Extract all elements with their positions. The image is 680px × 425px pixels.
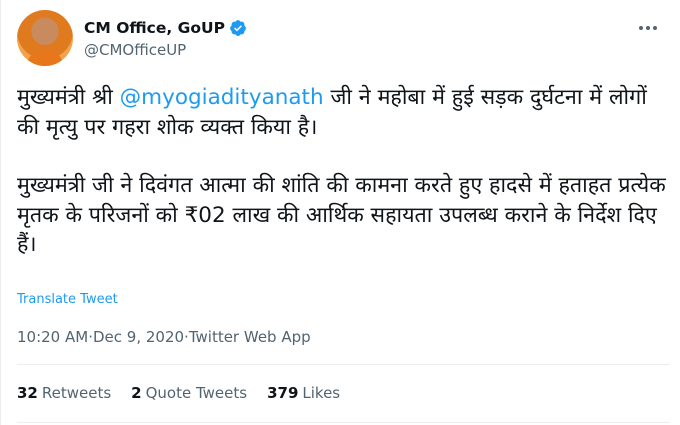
verified-badge-icon <box>229 19 247 37</box>
likes-count: 379 <box>267 384 299 402</box>
name-row: CM Office, GoUP <box>84 17 247 39</box>
avatar[interactable] <box>17 10 73 66</box>
retweets-label: Retweets <box>41 384 112 402</box>
tweet-header: CM Office, GoUP @CMOfficeUP <box>17 10 247 66</box>
divider <box>17 422 670 423</box>
retweets-stat[interactable]: 32 Retweets <box>17 384 111 402</box>
tweet-time[interactable]: 10:20 AM <box>17 328 88 346</box>
more-options-icon[interactable] <box>638 18 658 34</box>
tweet-text: मुख्यमंत्री श्री @myogiadityanath जी ने … <box>17 83 667 260</box>
likes-stat[interactable]: 379 Likes <box>267 384 340 402</box>
tweet-metadata: 10:20 AM · Dec 9, 2020 · Twitter Web App <box>17 328 311 346</box>
quote-tweets-stat[interactable]: 2 Quote Tweets <box>131 384 247 402</box>
display-name[interactable]: CM Office, GoUP <box>84 19 225 37</box>
translate-tweet-link[interactable]: Translate Tweet <box>17 292 118 307</box>
tweet-date[interactable]: Dec 9, 2020 <box>93 328 184 346</box>
tweet-card: CM Office, GoUP @CMOfficeUP मुख्यमंत्री … <box>0 0 680 425</box>
likes-label: Likes <box>302 384 341 402</box>
author-info: CM Office, GoUP @CMOfficeUP <box>84 17 247 59</box>
tweet-source[interactable]: Twitter Web App <box>189 328 311 346</box>
mention-link[interactable]: @myogiadityanath <box>120 85 324 110</box>
divider <box>17 364 670 365</box>
tweet-paragraph-1: मुख्यमंत्री श्री @myogiadityanath जी ने … <box>17 83 667 142</box>
retweets-count: 32 <box>17 384 38 402</box>
handle[interactable]: @CMOfficeUP <box>84 41 247 59</box>
quote-tweets-count: 2 <box>131 384 142 402</box>
quote-tweets-label: Quote Tweets <box>145 384 248 402</box>
tweet-text-segment: मुख्यमंत्री श्री <box>17 85 120 110</box>
engagement-stats: 32 Retweets 2 Quote Tweets 379 Likes <box>17 384 360 402</box>
tweet-paragraph-2: मुख्यमंत्री जी ने दिवंगत आत्मा की शांति … <box>17 173 666 257</box>
